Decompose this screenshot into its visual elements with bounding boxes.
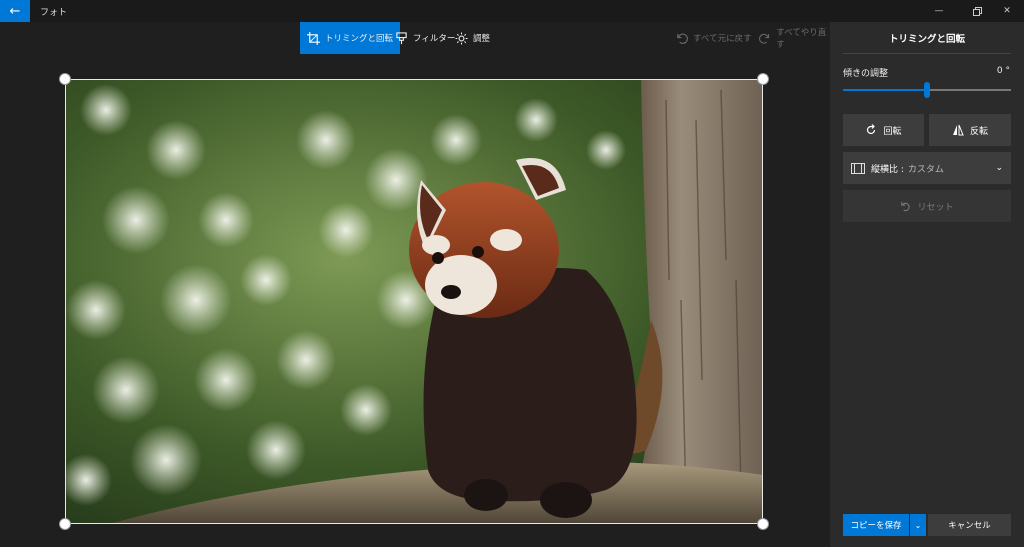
chevron-down-icon: ⌄ [995, 163, 1003, 173]
tilt-slider-fill [843, 89, 927, 91]
redo-icon [759, 33, 770, 44]
redo-all-label: すべてやり直す [776, 28, 827, 50]
filter-icon [396, 31, 407, 44]
undo-icon [677, 33, 688, 44]
sun-icon [455, 31, 468, 45]
panel-title: トリミングと回転 [888, 34, 965, 45]
aspect-ratio-label: 縦横比 : [871, 164, 904, 175]
photo-crop-area[interactable] [65, 79, 763, 524]
flip-button[interactable]: 反転 [929, 114, 1011, 146]
reset-button[interactable]: リセット [843, 190, 1011, 222]
rotate-button[interactable]: 回転 [843, 114, 924, 146]
tilt-label: 傾きの調整 [843, 69, 889, 79]
cancel-button[interactable]: キャンセル [928, 514, 1011, 536]
divider [843, 53, 1011, 54]
restore-icon [972, 6, 982, 16]
tab-crop-rotate[interactable]: トリミングと回転 [300, 22, 401, 54]
aspect-ratio-value: カスタム [907, 164, 944, 175]
image-canvas [0, 54, 830, 547]
minimize-icon: — [934, 6, 944, 16]
title-bar: ← フォト — ✕ [0, 0, 1024, 22]
edit-toolbar: トリミングと回転 フィルター 調整 すべて元に戻す すべてやり直す [0, 22, 838, 54]
flip-icon [952, 124, 964, 136]
tilt-slider[interactable] [843, 82, 1011, 98]
aspect-ratio-dropdown[interactable]: 縦横比 : カスタム ⌄ [843, 152, 1011, 184]
restore-button[interactable] [960, 0, 994, 22]
minimize-button[interactable]: — [922, 0, 956, 22]
crop-handle-top-right[interactable] [757, 73, 769, 85]
cancel-label: キャンセル [948, 521, 991, 531]
rotate-label: 回転 [883, 126, 902, 137]
close-button[interactable]: ✕ [990, 0, 1024, 22]
reset-icon [901, 201, 911, 211]
crop-handle-top-left[interactable] [59, 73, 71, 85]
tilt-slider-thumb[interactable] [924, 82, 930, 98]
close-icon: ✕ [1003, 6, 1011, 16]
app-title: フォト [40, 8, 68, 18]
crop-handle-bottom-right[interactable] [757, 518, 769, 530]
red-panda-photo [66, 80, 762, 523]
undo-all-label: すべて元に戻す [693, 34, 752, 44]
tab-adjust-label: 調整 [473, 34, 491, 44]
tab-crop-rotate-label: トリミングと回転 [325, 34, 394, 44]
chevron-down-icon: ⌄ [914, 520, 922, 530]
save-copy-label: コピーを保存 [850, 521, 902, 531]
back-arrow-icon: ← [9, 3, 21, 19]
save-copy-button[interactable]: コピーを保存 [843, 514, 909, 536]
crop-rotate-panel: トリミングと回転 傾きの調整 0 ° 回転 反転 縦横比 : カスタム ⌄ リセ… [830, 22, 1024, 547]
crop-handle-bottom-left[interactable] [59, 518, 71, 530]
reset-label: リセット [917, 202, 954, 213]
tilt-value: 0 ° [996, 66, 1010, 76]
crop-icon [307, 31, 320, 45]
rotate-icon [867, 124, 876, 135]
undo-all-button[interactable]: すべて元に戻す [668, 22, 759, 54]
back-button[interactable]: ← [0, 0, 30, 22]
flip-label: 反転 [969, 126, 988, 137]
redo-all-button[interactable]: すべてやり直す [752, 22, 838, 54]
save-options-button[interactable]: ⌄ [910, 514, 926, 536]
tab-adjust[interactable]: 調整 [448, 22, 497, 54]
aspect-ratio-icon [851, 162, 865, 174]
